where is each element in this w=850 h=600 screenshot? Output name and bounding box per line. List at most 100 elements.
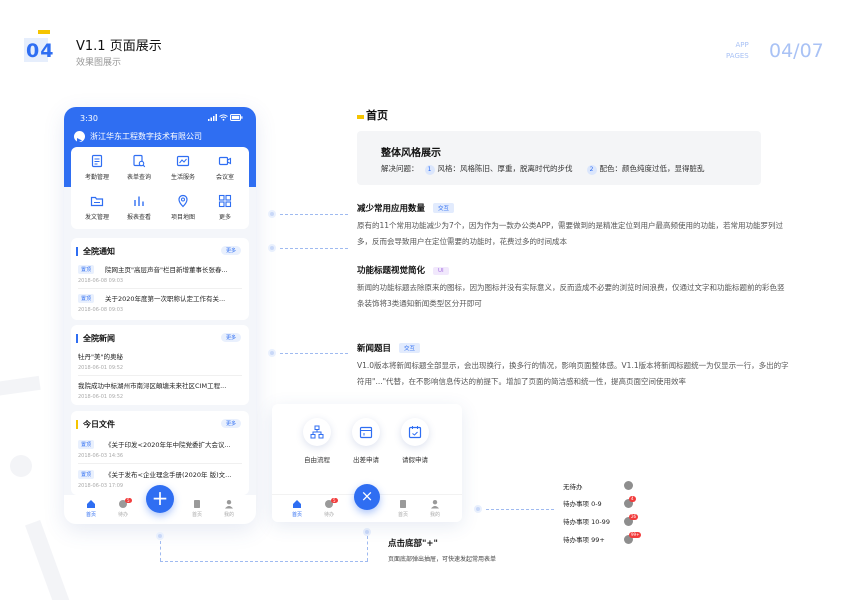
divider bbox=[78, 288, 242, 289]
tab-todo[interactable]: 5 待办 bbox=[112, 498, 134, 518]
home-section-title: 首页 bbox=[366, 109, 388, 122]
feature-tag: 交互 bbox=[399, 343, 421, 353]
pinned-tag: 置顶 bbox=[78, 470, 95, 479]
card-problem-line: 解决问题： 1 风格：风格陈旧、厚重，脱离时代的步伐 2 配色：颜色纯度过低，显得脏乱 bbox=[381, 163, 705, 175]
plus-button[interactable]: + bbox=[146, 485, 174, 513]
style-summary-card: 整体风格展示 解决问题： 1 风格：风格陈旧、厚重，脱离时代的步伐 2 配色：颜色纯度过… bbox=[357, 131, 761, 185]
files-more-button[interactable]: 更多 bbox=[220, 419, 241, 428]
app-label: 考勤管理 bbox=[84, 174, 109, 181]
notice-item-title[interactable]: 院网主页"高层声音"栏目新增董事长张春... bbox=[105, 264, 243, 274]
tab-document[interactable]: 首页 bbox=[392, 499, 414, 518]
tab-home[interactable]: 首页 bbox=[80, 499, 102, 518]
feature-title: 功能标题视觉简化 UI bbox=[357, 264, 449, 276]
header-app-pages-label: APP PAGES bbox=[726, 40, 749, 62]
feature-tag: 交互 bbox=[433, 203, 455, 213]
notice-more-button[interactable]: 更多 bbox=[220, 246, 241, 255]
connector-dot bbox=[363, 528, 371, 536]
company-logo-icon bbox=[77, 138, 82, 143]
legend-badge: 4 bbox=[629, 496, 636, 502]
section-title: 今日文件 bbox=[83, 420, 115, 429]
section-title: 全院新闻 bbox=[83, 334, 115, 343]
company-name[interactable]: 浙江华东工程数字技术有限公司 bbox=[90, 131, 202, 142]
connector-dot bbox=[474, 505, 482, 513]
status-icons bbox=[207, 114, 243, 123]
quick-free-flow[interactable]: 自由流程 bbox=[297, 418, 337, 464]
pop-icon-circle bbox=[401, 418, 429, 446]
news-item-title[interactable]: 牡丹"美"的奥秘 bbox=[78, 351, 243, 361]
notice-item-date: 2018-06-08 09:03 bbox=[78, 307, 124, 313]
card-title: 整体风格展示 bbox=[381, 148, 441, 159]
connector-line bbox=[280, 248, 348, 249]
pop-icon-circle bbox=[352, 418, 380, 446]
tab-label: 首页 bbox=[397, 512, 408, 518]
pop-label: 出差申请 bbox=[353, 456, 379, 464]
quick-leave-apply[interactable]: 请假申请 bbox=[395, 418, 435, 464]
pop-label: 请假申请 bbox=[402, 456, 428, 464]
tab-label: 待办 bbox=[117, 512, 128, 518]
notice-item-date: 2018-06-08 09:03 bbox=[78, 278, 124, 284]
notice-item-title[interactable]: 关于2020年度第一次职称认定工作有关... bbox=[105, 293, 243, 303]
map-pin-icon bbox=[178, 194, 188, 208]
wifi-icon bbox=[218, 114, 228, 121]
notice-section: 全院通知 更多 置顶 院网主页"高层声音"栏目新增董事长张春... 2018-0… bbox=[71, 238, 249, 320]
section-accent-bar bbox=[76, 420, 78, 429]
file-item-title[interactable]: 《关于印发<2020年年中院党委扩大会议... bbox=[105, 439, 243, 449]
plus-caption-desc: 页面底部弹出抽屉，可快速发起常用表单 bbox=[388, 556, 497, 563]
news-more-button[interactable]: 更多 bbox=[220, 333, 241, 342]
app-meeting-room[interactable]: 会议室 bbox=[207, 154, 243, 181]
app-label: 更多 bbox=[218, 214, 231, 221]
legend-badge: 26 bbox=[629, 514, 639, 520]
app-project-map[interactable]: 项目地图 bbox=[165, 194, 201, 221]
todo-badge: 5 bbox=[331, 498, 338, 503]
tab-home[interactable]: 首页 bbox=[286, 499, 308, 518]
pinned-tag: 置顶 bbox=[78, 265, 95, 274]
section-accent-bar bbox=[76, 334, 78, 343]
file-item-title[interactable]: 《关于发布<企业理念手册(2020年 版)文... bbox=[105, 469, 243, 479]
tab-mine[interactable]: 我的 bbox=[218, 499, 240, 518]
app-attendance[interactable]: 考勤管理 bbox=[79, 154, 115, 181]
feature-description: V1.0版本将新闻标题全部显示，会出现换行，换多行的情况，影响页面整体感。V1.… bbox=[357, 361, 789, 386]
quick-trip-apply[interactable]: 出差申请 bbox=[346, 418, 386, 464]
document-icon bbox=[194, 500, 200, 508]
tab-todo[interactable]: 5 待办 bbox=[318, 498, 340, 518]
section-accent-bar bbox=[76, 247, 78, 256]
app-form-search[interactable]: 表单查询 bbox=[121, 154, 157, 181]
tab-mine[interactable]: 我的 bbox=[424, 499, 446, 518]
home-icon bbox=[293, 500, 301, 508]
report-chart-icon bbox=[134, 196, 144, 206]
file-item-date: 2018-06-03 17:09 bbox=[78, 483, 124, 489]
tab-label: 我的 bbox=[429, 512, 440, 518]
app-document-manage[interactable]: 发文管理 bbox=[79, 194, 115, 221]
app-label: 会议室 bbox=[215, 174, 234, 181]
page-root: 04 V1.1 页面展示 效果图展示 APP PAGES 04/07 3:30 … bbox=[0, 0, 850, 600]
header-number: 04 bbox=[26, 40, 55, 62]
app-label: APP bbox=[735, 41, 749, 49]
connector-line bbox=[160, 541, 161, 561]
connector-dot bbox=[268, 210, 276, 218]
app-more[interactable]: 更多 bbox=[207, 194, 243, 221]
point-number: 2 bbox=[586, 165, 597, 175]
battery-icon bbox=[230, 114, 243, 121]
close-drawer-button[interactable]: × bbox=[354, 484, 380, 510]
app-report-view[interactable]: 报表查看 bbox=[121, 194, 157, 221]
header-title: V1.1 页面展示 bbox=[76, 39, 162, 54]
home-accent-bar bbox=[357, 115, 364, 119]
home-icon bbox=[87, 500, 95, 508]
meeting-room-icon bbox=[218, 156, 232, 166]
connector-dot bbox=[268, 244, 276, 252]
connector-dot bbox=[156, 532, 164, 540]
decor-stroke bbox=[25, 519, 71, 600]
tab-label: 待办 bbox=[323, 512, 334, 518]
company-logo bbox=[74, 131, 85, 143]
grid-more-icon bbox=[218, 194, 232, 208]
app-label: 发文管理 bbox=[84, 214, 109, 221]
leave-calendar-icon bbox=[408, 426, 422, 439]
pages-label: PAGES bbox=[726, 52, 749, 60]
document-folder-icon bbox=[90, 196, 104, 207]
user-icon bbox=[431, 500, 439, 509]
app-label: 报表查看 bbox=[126, 214, 151, 221]
tab-document[interactable]: 首页 bbox=[186, 499, 208, 518]
news-item-title[interactable]: 我院成功中标湖州市南浔区頔塘未来社区CIM工程... bbox=[78, 380, 243, 390]
app-label: 项目地图 bbox=[170, 214, 195, 221]
app-life-service[interactable]: 生活服务 bbox=[165, 154, 201, 181]
